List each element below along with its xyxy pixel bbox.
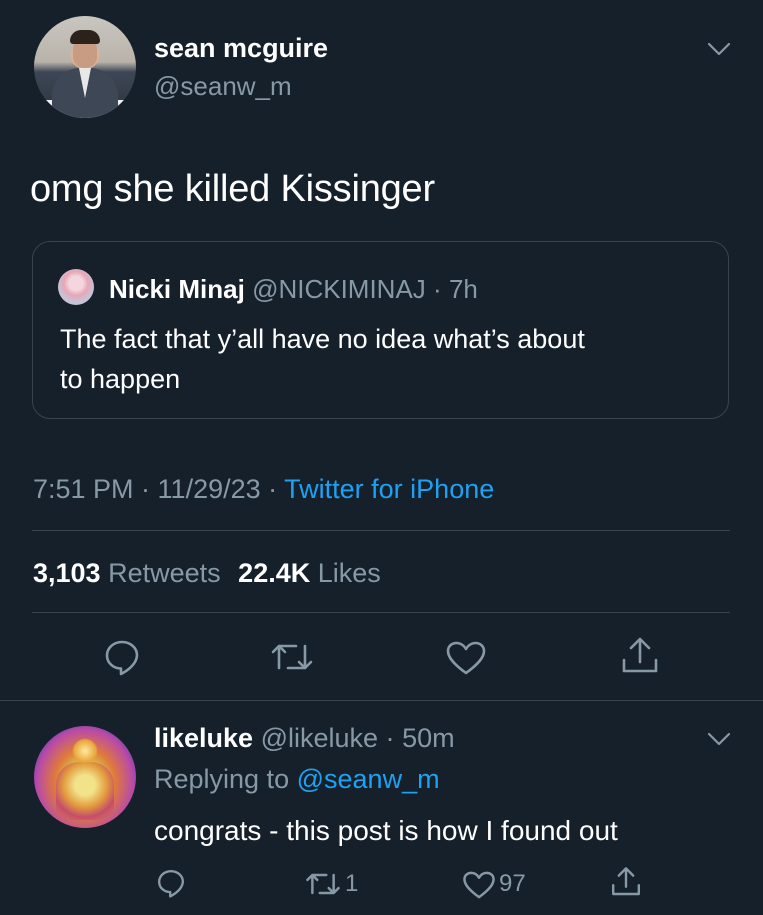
like-label[interactable]: Likes <box>318 558 381 588</box>
author-avatar[interactable] <box>34 16 136 118</box>
divider <box>0 700 763 701</box>
reply-author-handle[interactable]: @likeluke <box>261 723 378 753</box>
heart-icon[interactable] <box>462 870 496 900</box>
reply-time: 50m <box>402 723 455 753</box>
quoted-tweet[interactable]: Nicki Minaj @NICKIMINAJ · 7h The fact th… <box>32 241 729 419</box>
retweet-icon[interactable] <box>270 640 314 674</box>
tweet-timestamp: 7:51 PM · 11/29/23 · <box>33 474 278 504</box>
retweet-label[interactable]: Retweets <box>108 558 221 588</box>
replying-label: Replying to <box>154 764 290 794</box>
reply-like-count[interactable]: 97 <box>499 870 526 898</box>
author-handle[interactable]: @seanw_m <box>154 71 292 102</box>
tweet-source-link[interactable]: Twitter for iPhone <box>284 474 494 504</box>
tweet-text: omg she killed Kissinger <box>30 168 435 210</box>
quoted-text-line2: to happen <box>60 364 181 394</box>
reply-retweet-count[interactable]: 1 <box>345 870 358 898</box>
share-icon[interactable] <box>610 866 642 898</box>
divider <box>32 530 730 531</box>
share-icon[interactable] <box>620 636 660 676</box>
heart-icon[interactable] <box>445 640 487 676</box>
like-count[interactable]: 22.4K <box>238 558 310 588</box>
retweet-icon[interactable] <box>305 870 341 898</box>
chevron-down-icon[interactable] <box>706 36 732 62</box>
quoted-author-avatar <box>58 269 94 305</box>
replying-to-link[interactable]: @seanw_m <box>297 764 440 794</box>
separator: · <box>433 274 442 304</box>
divider <box>32 612 730 613</box>
author-name[interactable]: sean mcguire <box>154 33 328 64</box>
separator: · <box>385 723 395 753</box>
reply-text: congrats - this post is how I found out <box>154 815 618 846</box>
reply-icon[interactable] <box>156 868 186 898</box>
quoted-author-name: Nicki Minaj <box>109 274 245 304</box>
quoted-author-handle: @NICKIMINAJ <box>252 274 426 304</box>
quoted-time: 7h <box>448 274 478 304</box>
quoted-text-line1: The fact that y’all have no idea what’s … <box>60 324 585 354</box>
reply-icon[interactable] <box>103 638 141 676</box>
chevron-down-icon[interactable] <box>706 726 732 752</box>
reply-author-name[interactable]: likeluke <box>154 723 253 753</box>
retweet-count[interactable]: 3,103 <box>33 558 101 588</box>
reply-author-avatar[interactable] <box>34 726 136 828</box>
